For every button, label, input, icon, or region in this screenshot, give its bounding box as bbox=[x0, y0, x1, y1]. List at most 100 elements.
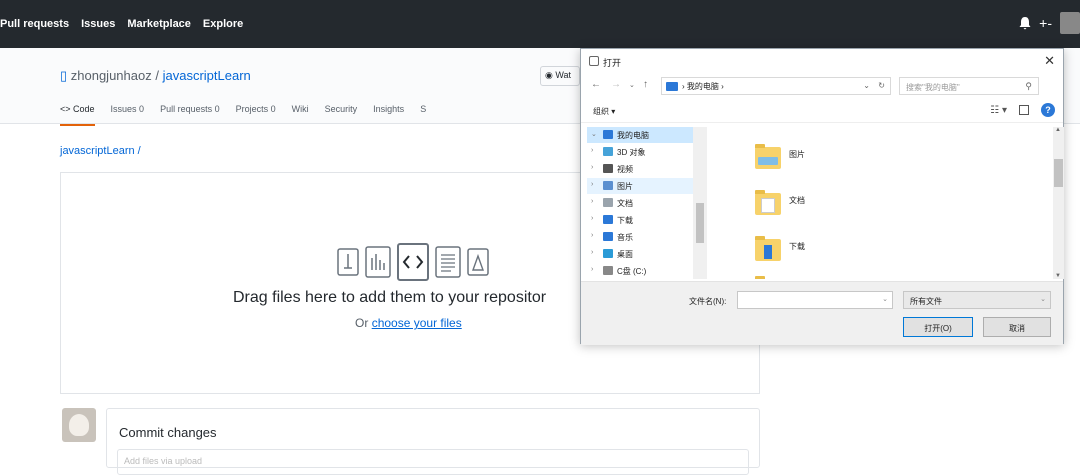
list-item[interactable]: 文档 bbox=[755, 190, 835, 233]
address-input[interactable]: › 我的电脑 › ⌄ ↻ bbox=[661, 77, 891, 95]
folder-label: 下载 bbox=[789, 242, 805, 251]
tree-item[interactable]: › 音乐 bbox=[587, 229, 693, 245]
preview-pane-icon[interactable] bbox=[1019, 105, 1029, 115]
tab-security[interactable]: Security bbox=[325, 104, 358, 126]
text-file-icon bbox=[337, 248, 359, 276]
commit-changes-box: Commit changes Add files via upload bbox=[106, 408, 760, 475]
tab-wiki[interactable]: Wiki bbox=[292, 104, 309, 126]
dialog-search-input[interactable]: 搜索"我的电脑" ⚲ bbox=[899, 77, 1039, 95]
folder-icon bbox=[603, 266, 613, 275]
nav-issues[interactable]: Issues bbox=[81, 18, 115, 30]
folder-icon bbox=[603, 198, 613, 207]
filename-dropdown-icon[interactable]: ⌄ bbox=[882, 295, 888, 303]
tree-item-label: 3D 对象 bbox=[617, 148, 646, 157]
repo-name-link[interactable]: javascriptLearn bbox=[163, 68, 251, 83]
file-list: 图片 文档 下载 音乐 bbox=[707, 127, 1053, 279]
folder-icon bbox=[603, 249, 613, 258]
tree-item[interactable]: › 桌面 bbox=[587, 246, 693, 262]
tree-item-label: C盘 (C:) bbox=[617, 267, 647, 276]
repo-owner-link[interactable]: zhongjunhaoz bbox=[71, 68, 152, 83]
address-dropdown-icon[interactable]: ⌄ bbox=[863, 81, 870, 90]
dialog-footer: 文件名(N): ⌄ 所有文件 ⌄ 打开(O) 取消 bbox=[581, 281, 1063, 345]
tree-scrollbar[interactable] bbox=[693, 127, 707, 279]
tab-settings[interactable]: S bbox=[420, 104, 426, 126]
file-type-icons bbox=[337, 243, 489, 281]
tree-item[interactable]: › 下载 bbox=[587, 212, 693, 228]
user-avatar[interactable] bbox=[1060, 12, 1080, 34]
tree-item-label: 音乐 bbox=[617, 233, 633, 242]
tree-item-label: 我的电脑 bbox=[617, 131, 649, 140]
breadcrumb[interactable]: javascriptLearn / bbox=[60, 145, 141, 157]
tree-item-label: 桌面 bbox=[617, 250, 633, 259]
tree-item[interactable]: › 文档 bbox=[587, 195, 693, 211]
repo-title: ▯ zhongjunhaoz / javascriptLearn bbox=[60, 68, 251, 84]
choose-files-link[interactable]: choose your files bbox=[372, 316, 462, 330]
back-arrow-icon[interactable]: ← bbox=[591, 79, 601, 90]
tree-item-label: 图片 bbox=[617, 182, 633, 191]
expand-chevron-icon[interactable]: › bbox=[591, 266, 593, 273]
expand-chevron-icon[interactable]: › bbox=[591, 147, 593, 154]
dialog-toolbar: 组织 ▾ ☷ ▾ ? bbox=[581, 99, 1063, 123]
tree-item[interactable]: › 视频 bbox=[587, 161, 693, 177]
view-options-icon[interactable]: ☷ ▾ bbox=[990, 105, 1007, 116]
search-placeholder: 搜索"我的电脑" bbox=[906, 83, 960, 92]
expand-chevron-icon[interactable]: › bbox=[591, 232, 593, 239]
tab-code[interactable]: <> Code bbox=[60, 96, 95, 126]
tree-item[interactable]: › 3D 对象 bbox=[587, 144, 693, 160]
choose-files-line: Or choose your files bbox=[355, 316, 462, 330]
documents-folder-icon bbox=[755, 190, 781, 215]
forward-arrow-icon[interactable]: → bbox=[611, 79, 621, 90]
downloads-folder-icon bbox=[755, 236, 781, 261]
tree-item[interactable]: › C盘 (C:) bbox=[587, 263, 693, 279]
tab-insights[interactable]: Insights bbox=[373, 104, 404, 126]
nav-marketplace[interactable]: Marketplace bbox=[127, 18, 191, 30]
dialog-app-icon bbox=[589, 56, 599, 66]
close-icon[interactable]: ✕ bbox=[1044, 53, 1055, 69]
file-list-scrollbar-thumb[interactable] bbox=[1054, 159, 1063, 187]
watch-button[interactable]: ◉ Wat bbox=[540, 66, 580, 86]
folder-label: 图片 bbox=[789, 150, 805, 159]
filename-input[interactable]: ⌄ bbox=[737, 291, 893, 309]
list-item[interactable]: 下载 bbox=[755, 236, 835, 279]
expand-chevron-icon[interactable]: ⌄ bbox=[591, 130, 597, 138]
repo-separator: / bbox=[155, 68, 159, 83]
file-list-scrollbar[interactable]: ▲ ▼ bbox=[1053, 127, 1064, 279]
or-label: Or bbox=[355, 316, 369, 330]
scroll-down-icon[interactable]: ▼ bbox=[1055, 273, 1061, 279]
tab-pull-requests[interactable]: Pull requests 0 bbox=[160, 104, 220, 126]
tab-projects[interactable]: Projects 0 bbox=[236, 104, 276, 126]
filename-label: 文件名(N): bbox=[689, 297, 727, 306]
expand-chevron-icon[interactable]: › bbox=[591, 215, 593, 222]
expand-chevron-icon[interactable]: › bbox=[591, 198, 593, 205]
repo-icon: ▯ bbox=[60, 68, 71, 83]
nav-explore[interactable]: Explore bbox=[203, 18, 243, 30]
expand-chevron-icon[interactable]: › bbox=[591, 249, 593, 256]
tree-item[interactable]: › 图片 bbox=[587, 178, 693, 194]
commit-message-input[interactable]: Add files via upload bbox=[117, 449, 749, 475]
help-icon[interactable]: ? bbox=[1041, 103, 1055, 117]
filetype-select[interactable]: 所有文件 ⌄ bbox=[903, 291, 1051, 309]
cancel-button[interactable]: 取消 bbox=[983, 317, 1051, 337]
expand-chevron-icon[interactable]: › bbox=[591, 181, 593, 188]
nav-pull-requests[interactable]: Pull requests bbox=[0, 18, 69, 30]
expand-chevron-icon[interactable]: › bbox=[591, 164, 593, 171]
notification-bell-icon[interactable] bbox=[1019, 16, 1031, 30]
organize-menu[interactable]: 组织 ▾ bbox=[593, 106, 615, 117]
file-open-dialog: 打开 ✕ ← → ⌄ ↑ › 我的电脑 › ⌄ ↻ 搜索"我的电脑" ⚲ 组织 … bbox=[580, 48, 1064, 345]
up-arrow-icon[interactable]: ↑ bbox=[643, 79, 648, 90]
recent-dropdown-icon[interactable]: ⌄ bbox=[629, 81, 635, 89]
plus-dropdown-icon[interactable]: +- bbox=[1039, 15, 1052, 31]
tree-scrollbar-thumb[interactable] bbox=[696, 203, 704, 243]
refresh-icon[interactable]: ↻ bbox=[878, 81, 885, 90]
code-file-icon bbox=[397, 243, 429, 281]
tree-item-label: 文档 bbox=[617, 199, 633, 208]
repo-tabs: <> Code Issues 0 Pull requests 0 Project… bbox=[60, 104, 426, 126]
list-item[interactable]: 图片 bbox=[755, 144, 835, 187]
open-button[interactable]: 打开(O) bbox=[903, 317, 973, 337]
tab-issues[interactable]: Issues 0 bbox=[111, 104, 145, 126]
top-navbar: Pull requests Issues Marketplace Explore… bbox=[0, 0, 1080, 48]
filetype-dropdown-icon: ⌄ bbox=[1040, 296, 1046, 303]
tree-item[interactable]: ⌄ 我的电脑 bbox=[587, 127, 693, 143]
scroll-up-icon[interactable]: ▲ bbox=[1055, 127, 1061, 133]
commit-author-avatar bbox=[62, 408, 96, 442]
